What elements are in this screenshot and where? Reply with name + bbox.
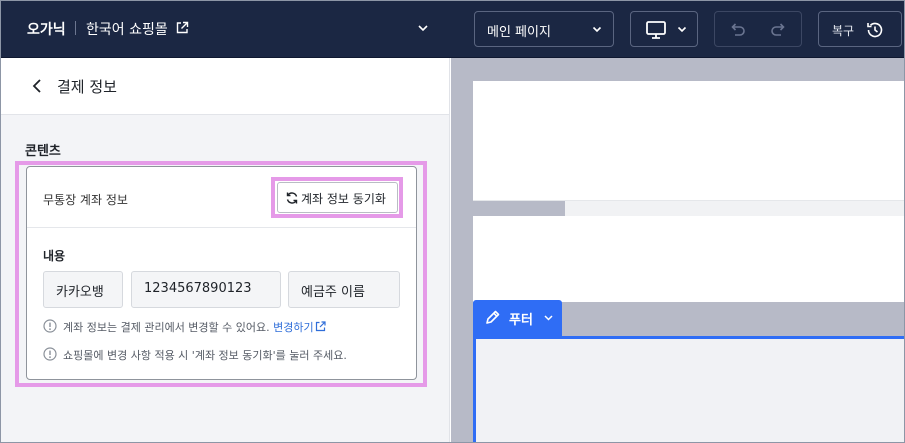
- redo-icon[interactable]: [769, 20, 789, 40]
- footer-section[interactable]: [473, 336, 905, 443]
- brand-name: 오가닉: [27, 22, 66, 38]
- restore-button[interactable]: 복구: [818, 11, 902, 47]
- page-preview: 푸터: [451, 58, 905, 443]
- page-select[interactable]: 메인 페이지: [474, 11, 614, 47]
- info-note: 쇼핑몰에 변경 사항 적용 시 '계좌 정보 동기화'를 눌러 주세요.: [43, 347, 403, 363]
- info-circle-icon: [43, 347, 57, 361]
- panel-title: 결제 정보: [57, 78, 117, 96]
- sync-button-label: 계좌 정보 동기화: [301, 192, 386, 206]
- external-link-icon: [315, 321, 326, 332]
- bank-account-card: 무통장 계좌 정보 계좌 정보 동기화 내용 카카오뱅 123456789012…: [26, 166, 417, 380]
- top-bar: 오가닉 한국어 쇼핑몰 메인 페이지 복구: [0, 0, 905, 58]
- info-note-text: 계좌 정보는 결제 관리에서 변경할 수 있어요.: [63, 321, 270, 334]
- sync-icon: [286, 192, 298, 204]
- info-note: 계좌 정보는 결제 관리에서 변경할 수 있어요. 변경하기: [43, 319, 403, 335]
- sync-account-button[interactable]: 계좌 정보 동기화: [277, 182, 398, 213]
- account-holder-field: 예금주 이름: [288, 271, 400, 308]
- page-select-value: 메인 페이지: [487, 25, 551, 40]
- back-arrow-icon[interactable]: [31, 78, 43, 94]
- restore-label: 복구: [832, 24, 855, 38]
- footer-tag-label: 푸터: [509, 313, 533, 328]
- shop-name[interactable]: 한국어 쇼핑몰: [86, 19, 168, 39]
- info-note-text: 쇼핑몰에 변경 사항 적용 시 '계좌 정보 동기화'를 눌러 주세요.: [63, 349, 347, 362]
- undo-icon[interactable]: [727, 20, 747, 40]
- history-icon: [867, 22, 883, 38]
- section-label: 콘텐츠: [25, 144, 61, 159]
- content-label: 내용: [43, 249, 66, 263]
- preview-section[interactable]: [473, 81, 905, 201]
- external-link-icon[interactable]: [175, 21, 189, 35]
- account-holder-value: 예금주 이름: [301, 285, 365, 300]
- monitor-icon: [646, 21, 666, 39]
- info-circle-icon: [43, 319, 57, 333]
- card-divider: [27, 227, 416, 228]
- card-header-label: 무통장 계좌 정보: [43, 193, 128, 207]
- preview-section[interactable]: [473, 216, 905, 302]
- undo-redo-group: [714, 11, 802, 47]
- device-select[interactable]: [630, 11, 698, 47]
- change-link-label: 변경하기: [273, 321, 314, 334]
- bank-name-value: 카카오뱅: [56, 285, 104, 300]
- panel-header: 결제 정보: [0, 58, 449, 115]
- footer-section-tag[interactable]: 푸터: [473, 300, 562, 336]
- chevron-down-icon: [677, 26, 687, 33]
- settings-panel: 결제 정보 콘텐츠 무통장 계좌 정보 계좌 정보 동기화 내용 카카오뱅 12…: [0, 58, 450, 443]
- bank-name-field: 카카오뱅: [43, 271, 123, 308]
- chevron-down-icon[interactable]: [417, 24, 429, 32]
- account-number-value: 1234567890123: [144, 281, 252, 296]
- change-link[interactable]: 변경하기: [273, 321, 326, 334]
- chevron-down-icon: [544, 315, 553, 321]
- pencil-icon: [486, 310, 500, 324]
- preview-strip: [565, 201, 905, 216]
- chevron-down-icon: [592, 26, 602, 33]
- account-number-field: 1234567890123: [131, 271, 281, 308]
- brand-divider: [75, 21, 76, 35]
